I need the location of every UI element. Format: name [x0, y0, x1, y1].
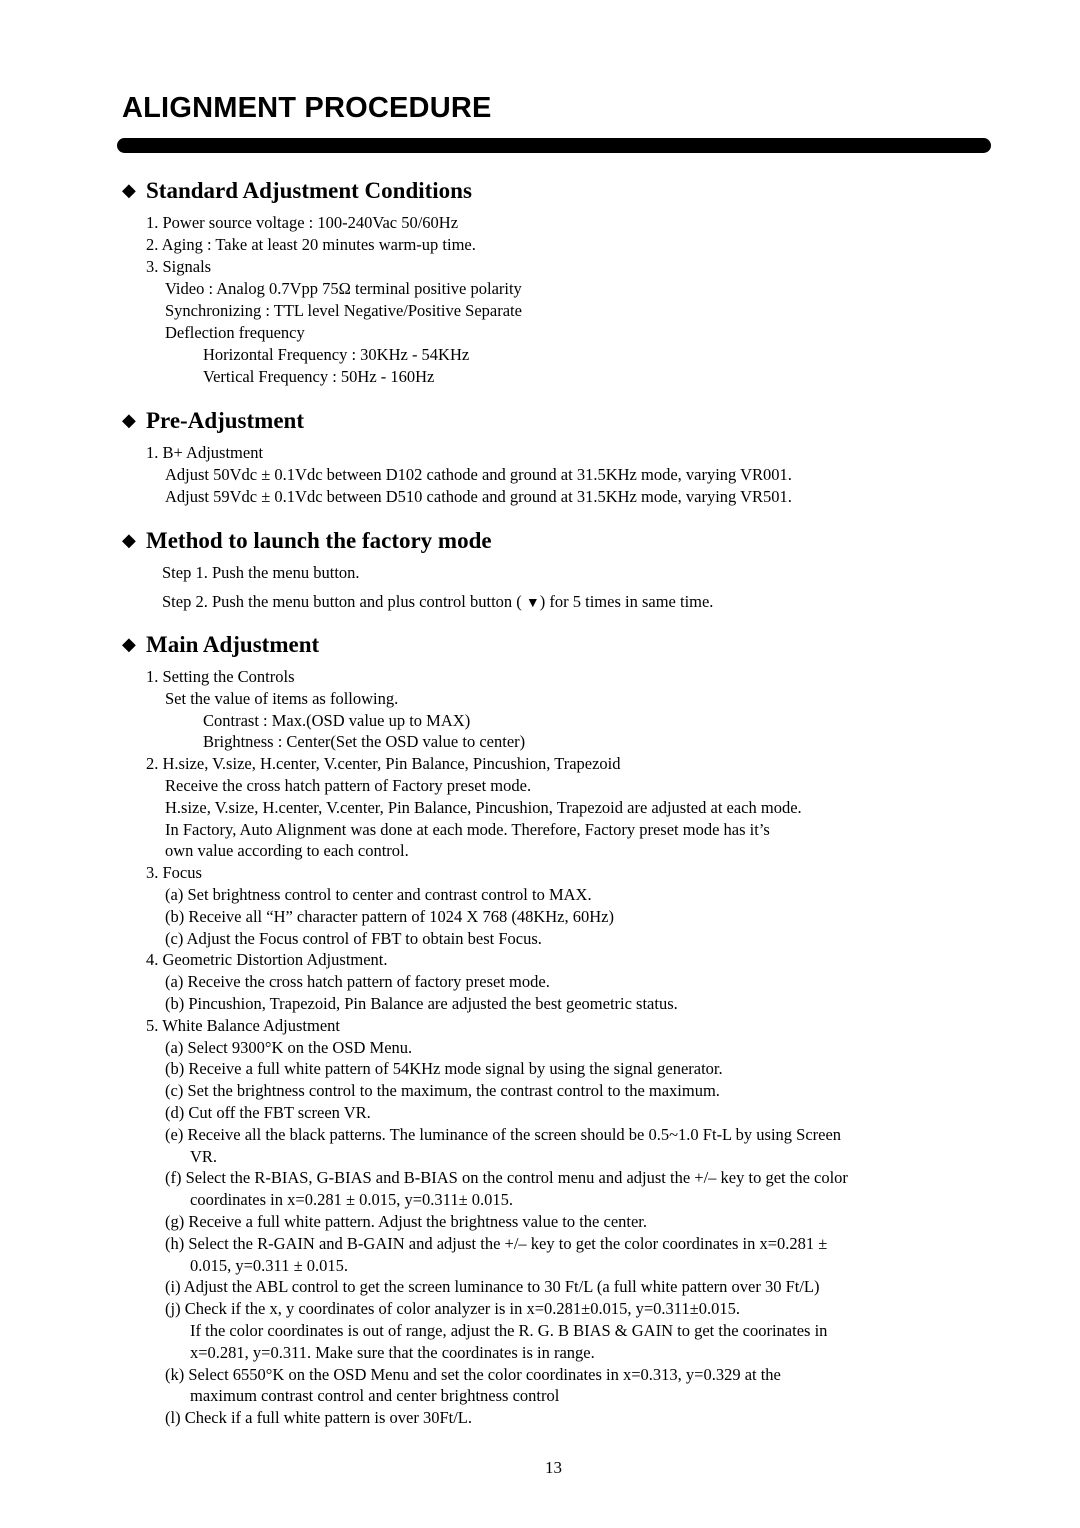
list-item: 3. Signals [146, 257, 212, 276]
list-item: (h) Select the R-GAIN and B-GAIN and adj… [165, 1233, 828, 1253]
list-item: (l) Check if a full white pattern is ove… [165, 1408, 473, 1428]
list-item: H.size, V.size, H.center, V.center, Pin … [165, 797, 802, 817]
list-item: Horizontal Frequency : 30KHz - 54KHz [203, 345, 470, 364]
list-item: Brightness : Center(Set the OSD value to… [203, 732, 526, 752]
section-heading-factory-mode: ◆ Method to launch the factory mode [122, 528, 492, 553]
list-item: 0.015, y=0.311 ± 0.015. [190, 1255, 348, 1275]
list-item: own value according to each control. [165, 841, 409, 861]
list-item: coordinates in x=0.281 ± 0.015, y=0.311±… [190, 1190, 513, 1210]
list-item: x=0.281, y=0.311. Make sure that the coo… [190, 1342, 595, 1362]
diamond-bullet-icon: ◆ [122, 530, 136, 550]
list-item: (j) Check if the x, y coordinates of col… [165, 1299, 740, 1319]
list-item: Set the value of items as following. [165, 688, 399, 708]
list-item: (g) Receive a full white pattern. Adjust… [165, 1212, 648, 1231]
list-item: (k) Select 6550°K on the OSD Menu and se… [165, 1364, 781, 1384]
list-item: (i) Adjust the ABL control to get the sc… [165, 1277, 820, 1297]
title-divider-bar [117, 138, 991, 153]
list-item: (b) Receive a full white pattern of 54KH… [165, 1059, 723, 1079]
list-item: 5. White Balance Adjustment [146, 1015, 340, 1035]
list-item: Video : Analog 0.7Vpp 75Ω terminal posit… [165, 279, 522, 298]
list-item: 1. B+ Adjustment [146, 443, 264, 462]
step-1: Step 1. Push the menu button. [162, 563, 360, 582]
list-item: (a) Receive the cross hatch pattern of f… [165, 972, 550, 992]
list-item: (a) Set brightness control to center and… [165, 885, 592, 904]
down-triangle-icon: ▼ [525, 596, 540, 611]
list-item: Synchronizing : TTL level Negative/Posit… [165, 301, 522, 320]
page-number: 13 [545, 1458, 562, 1477]
step-2: Step 2. Push the menu button and plus co… [162, 591, 713, 615]
list-item: In Factory, Auto Alignment was done at e… [165, 819, 770, 839]
list-item: (d) Cut off the FBT screen VR. [165, 1103, 371, 1122]
list-item: (b) Receive all “H” character pattern of… [165, 906, 614, 926]
section-heading-pre-adjustment: ◆ Pre-Adjustment [122, 408, 304, 433]
list-item: VR. [190, 1146, 218, 1166]
list-item: (e) Receive all the black patterns. The … [165, 1124, 842, 1144]
list-item: 2. Aging : Take at least 20 minutes warm… [146, 235, 476, 254]
list-item: maximum contrast control and center brig… [190, 1386, 560, 1406]
list-item: (c) Set the brightness control to the ma… [165, 1081, 720, 1101]
diamond-bullet-icon: ◆ [122, 410, 136, 430]
list-item: Adjust 50Vdc ± 0.1Vdc between D102 catho… [165, 465, 792, 484]
list-item: Contrast : Max.(OSD value up to MAX) [203, 710, 471, 730]
section-heading-standard: ◆ Standard Adjustment Conditions [122, 178, 472, 203]
list-item: Vertical Frequency : 50Hz - 160Hz [203, 367, 435, 386]
list-item: 2. H.size, V.size, H.center, V.center, P… [146, 754, 621, 774]
list-item: 4. Geometric Distortion Adjustment. [146, 950, 388, 970]
list-item: Deflection frequency [165, 323, 305, 342]
page-title: ALIGNMENT PROCEDURE [122, 92, 492, 124]
list-item: (a) Select 9300°K on the OSD Menu. [165, 1037, 413, 1057]
list-item: 1. Setting the Controls [146, 667, 295, 686]
list-item: Receive the cross hatch pattern of Facto… [165, 776, 532, 795]
diamond-bullet-icon: ◆ [122, 634, 136, 654]
diamond-bullet-icon: ◆ [122, 180, 136, 200]
section-heading-main-adjustment: ◆ Main Adjustment [122, 632, 320, 657]
list-item: 1. Power source voltage : 100-240Vac 50/… [146, 213, 459, 232]
list-item: If the color coordinates is out of range… [190, 1321, 828, 1340]
list-item: 3. Focus [146, 863, 202, 883]
list-item: (c) Adjust the Focus control of FBT to o… [165, 928, 542, 948]
list-item: (f) Select the R-BIAS, G-BIAS and B-BIAS… [165, 1168, 848, 1188]
list-item: (b) Pincushion, Trapezoid, Pin Balance a… [165, 994, 678, 1013]
list-item: Adjust 59Vdc ± 0.1Vdc between D510 catho… [165, 487, 792, 506]
